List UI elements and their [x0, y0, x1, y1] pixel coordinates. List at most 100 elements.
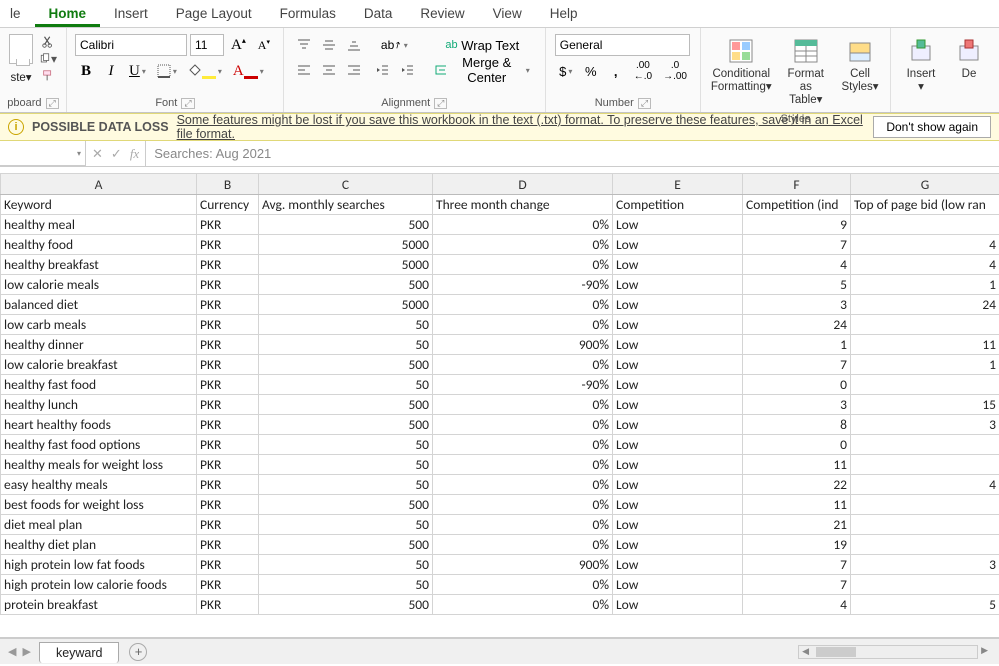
cell[interactable]: Low — [613, 455, 743, 475]
cell[interactable]: 5 — [851, 595, 999, 615]
cell[interactable]: 900% — [433, 335, 613, 355]
cell[interactable]: PKR — [197, 255, 259, 275]
cell[interactable]: PKR — [197, 395, 259, 415]
table-row[interactable]: heart healthy foodsPKR5000%Low83 — [1, 415, 999, 435]
table-row[interactable]: healthy fast food optionsPKR500%Low0 — [1, 435, 999, 455]
cell[interactable]: 50 — [259, 375, 433, 395]
accept-formula-icon[interactable]: ✓ — [111, 146, 122, 162]
cell[interactable]: 50 — [259, 315, 433, 335]
table-row[interactable]: protein breakfastPKR5000%Low45 — [1, 595, 999, 615]
cell[interactable]: 0% — [433, 535, 613, 555]
font-name-select[interactable] — [75, 34, 187, 56]
cell[interactable] — [851, 315, 999, 335]
tab-view[interactable]: View — [479, 1, 536, 27]
cell[interactable]: 3 — [743, 295, 851, 315]
cell[interactable]: 0 — [743, 435, 851, 455]
table-row[interactable]: balanced dietPKR50000%Low324 — [1, 295, 999, 315]
cell[interactable]: 1 — [743, 335, 851, 355]
cell[interactable]: Low — [613, 555, 743, 575]
cell[interactable]: 50 — [259, 455, 433, 475]
cell[interactable]: 0% — [433, 235, 613, 255]
fx-icon[interactable]: fx — [130, 146, 139, 162]
cell[interactable]: PKR — [197, 295, 259, 315]
cell[interactable]: Low — [613, 375, 743, 395]
col-header[interactable]: C — [259, 174, 433, 195]
fill-color-button[interactable]: ▾ — [184, 60, 226, 82]
cell[interactable]: Low — [613, 255, 743, 275]
comma-button[interactable]: , — [605, 60, 627, 82]
cell[interactable]: 500 — [259, 355, 433, 375]
tab-help[interactable]: Help — [536, 1, 592, 27]
cell[interactable]: Low — [613, 515, 743, 535]
col-header[interactable]: B — [197, 174, 259, 195]
font-size-select[interactable] — [190, 34, 224, 56]
decrease-indent-button[interactable] — [371, 59, 393, 81]
cell[interactable]: 7 — [743, 555, 851, 575]
cell[interactable] — [851, 455, 999, 475]
shrink-font-button[interactable]: A▾ — [253, 34, 275, 56]
increase-indent-button[interactable] — [396, 59, 418, 81]
cell[interactable]: PKR — [197, 215, 259, 235]
currency-button[interactable]: $▾ — [555, 60, 577, 82]
cell[interactable]: PKR — [197, 575, 259, 595]
cell[interactable]: 0% — [433, 575, 613, 595]
copy-icon[interactable]: ▾ — [39, 52, 57, 66]
col-header[interactable]: G — [851, 174, 999, 195]
cell[interactable]: 21 — [743, 515, 851, 535]
font-expand-icon[interactable]: ⤢ — [181, 98, 194, 109]
cell[interactable]: Low — [613, 475, 743, 495]
cell[interactable]: Low — [613, 395, 743, 415]
cell[interactable]: Low — [613, 355, 743, 375]
cell[interactable]: 500 — [259, 395, 433, 415]
cell[interactable]: Low — [613, 215, 743, 235]
cell[interactable]: 9 — [743, 215, 851, 235]
cell[interactable]: 0% — [433, 455, 613, 475]
tab-formulas[interactable]: Formulas — [266, 1, 350, 27]
cell[interactable]: 0 — [743, 375, 851, 395]
cell[interactable]: Top of page bid (low ran — [851, 195, 999, 215]
cell[interactable]: 500 — [259, 595, 433, 615]
cell[interactable]: 50 — [259, 475, 433, 495]
cell[interactable]: 4 — [743, 255, 851, 275]
table-row[interactable]: KeywordCurrencyAvg. monthly searchesThre… — [1, 195, 999, 215]
cell[interactable]: high protein low calorie foods — [1, 575, 197, 595]
cell[interactable]: -90% — [433, 275, 613, 295]
cell[interactable]: 3 — [851, 415, 999, 435]
orientation-button[interactable]: ab↗▾ — [371, 34, 418, 56]
cell[interactable]: 500 — [259, 275, 433, 295]
cell[interactable]: PKR — [197, 375, 259, 395]
cell[interactable]: PKR — [197, 495, 259, 515]
cell[interactable]: PKR — [197, 535, 259, 555]
cell[interactable]: PKR — [197, 515, 259, 535]
cell[interactable]: PKR — [197, 335, 259, 355]
percent-button[interactable]: % — [580, 60, 602, 82]
cell[interactable]: 4 — [851, 255, 999, 275]
cell[interactable]: high protein low fat foods — [1, 555, 197, 575]
number-format-select[interactable] — [555, 34, 690, 56]
table-row[interactable]: high protein low calorie foodsPKR500%Low… — [1, 575, 999, 595]
paste-button[interactable]: ste▾ — [10, 70, 31, 84]
tab-home[interactable]: Home — [35, 1, 101, 27]
sheet-nav-next-icon[interactable]: ▶ — [22, 645, 30, 658]
cell[interactable]: protein breakfast — [1, 595, 197, 615]
delete-cells-button[interactable]: De — [945, 31, 993, 84]
cell[interactable]: 0% — [433, 595, 613, 615]
cell[interactable]: Competition (ind — [743, 195, 851, 215]
cell[interactable] — [851, 435, 999, 455]
bold-button[interactable]: B — [75, 60, 97, 82]
cell[interactable]: 7 — [743, 235, 851, 255]
cell[interactable]: 0% — [433, 215, 613, 235]
merge-center-button[interactable]: Merge & Center▾ — [429, 59, 536, 81]
cell[interactable]: 5000 — [259, 235, 433, 255]
table-row[interactable]: low calorie breakfastPKR5000%Low71 — [1, 355, 999, 375]
cell[interactable]: healthy diet plan — [1, 535, 197, 555]
cell[interactable]: 7 — [743, 575, 851, 595]
align-top-button[interactable] — [293, 34, 315, 56]
cell[interactable]: Low — [613, 595, 743, 615]
insert-cells-button[interactable]: Insert▾ — [897, 31, 945, 97]
table-row[interactable]: healthy diet planPKR5000%Low19 — [1, 535, 999, 555]
cell[interactable]: Currency — [197, 195, 259, 215]
cell[interactable]: PKR — [197, 435, 259, 455]
cell[interactable]: low calorie breakfast — [1, 355, 197, 375]
conditional-formatting-button[interactable]: Conditional Formatting▾ — [707, 31, 776, 97]
